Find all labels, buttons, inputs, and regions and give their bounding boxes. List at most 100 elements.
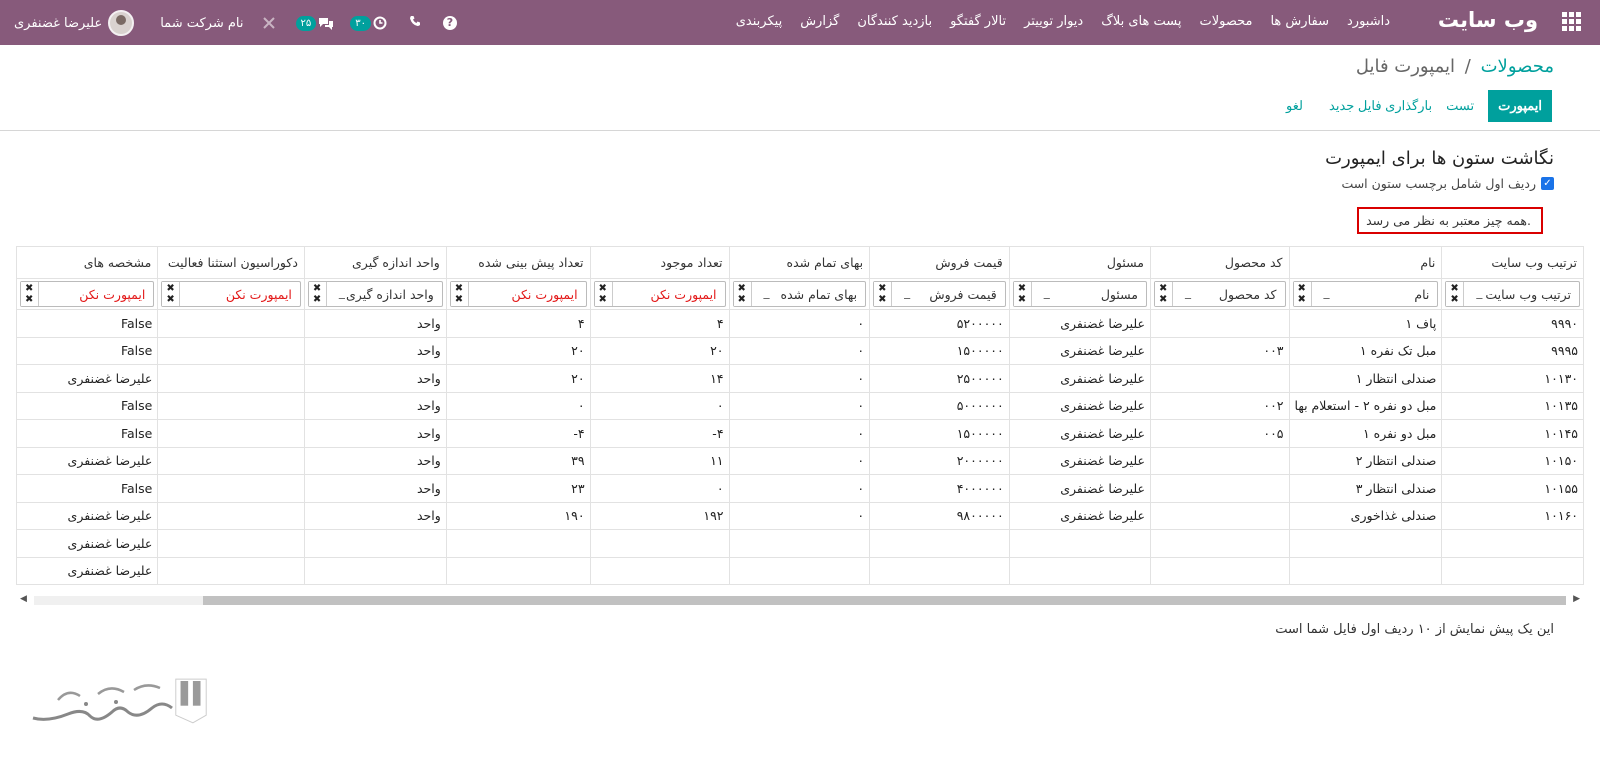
phone-icon[interactable] <box>409 15 421 31</box>
remove-x-icon[interactable]: ✖ ✖ <box>1293 282 1312 306</box>
table-cell <box>1288 529 1443 558</box>
table-cell: ۹۸۰۰۰۰۰ <box>869 501 1010 530</box>
horizontal-scrollbar[interactable]: ◀ ▶ <box>16 594 1584 607</box>
breadcrumb-current: ایمپورت فایل <box>1355 56 1456 77</box>
field-selector-dash: _ <box>904 285 911 299</box>
table-cell: ۴ <box>445 309 591 338</box>
apps-grid-icon[interactable] <box>1562 12 1582 32</box>
remove-x-icon[interactable]: ✖ ✖ <box>1013 282 1032 306</box>
menu-item-forum[interactable]: تالار گفتگو <box>950 14 1006 29</box>
menu-item-products[interactable]: محصولات <box>1199 14 1252 29</box>
table-cell: علیرضا غضنفری <box>1008 391 1152 420</box>
menu-item-orders[interactable]: سفارش ها <box>1270 14 1329 29</box>
table-cell: واحد <box>303 419 447 448</box>
header-checkbox-label[interactable]: ردیف اول شامل برچسب ستون است <box>1341 176 1536 191</box>
table-cell: ۴- <box>445 419 591 448</box>
table-cell: False <box>16 336 159 365</box>
table-cell <box>157 391 305 420</box>
watermark-logo <box>28 672 214 742</box>
table-cell: ۱۰۱۵۵ <box>1441 474 1584 503</box>
table-cell <box>445 529 591 558</box>
remove-x-icon[interactable]: ✖ ✖ <box>162 282 181 306</box>
cancel-button[interactable]: لغو <box>1286 98 1303 114</box>
table-cell: False <box>16 474 159 503</box>
breadcrumb-products-link[interactable]: محصولات <box>1481 56 1554 77</box>
app-brand[interactable]: وب سایت <box>1438 8 1538 32</box>
breadcrumb: محصولات / ایمپورت فایل <box>1356 56 1554 77</box>
field-selector-dropdown[interactable]: ایمپورت نکن ✖ ✖ <box>161 281 301 307</box>
systray: علیرضا غضنفری نام شرکت شما ۲۵ ۳۰ ? <box>14 8 457 38</box>
field-selector-value: ایمپورت نکن <box>511 287 578 302</box>
table-cell: ۰ <box>728 501 871 530</box>
remove-x-icon[interactable]: ✖ ✖ <box>21 282 39 306</box>
avatar[interactable] <box>108 10 135 36</box>
checkbox-checked-icon[interactable]: ✓ <box>1541 177 1554 190</box>
menu-item-dashboard[interactable]: داشبورد <box>1347 14 1390 29</box>
preview-note: این یک پیش نمایش از ۱۰ ردیف اول فایل شما… <box>1275 622 1554 637</box>
remove-x-icon[interactable]: ✖ ✖ <box>308 282 327 306</box>
table-cell: ۱۰۱۳۰ <box>1441 364 1584 393</box>
menu-item-reporting[interactable]: گزارش <box>800 14 839 29</box>
table-cell <box>157 419 305 448</box>
table-cell <box>157 336 305 365</box>
scroll-right-icon[interactable]: ▶ <box>1573 594 1580 604</box>
field-selector-dropdown[interactable]: مسئول _ ✖ ✖ <box>1012 281 1148 307</box>
field-selector-dropdown[interactable]: ایمپورت نکن ✖ ✖ <box>449 281 587 307</box>
remove-x-icon[interactable]: ✖ ✖ <box>733 282 752 306</box>
field-selector-dropdown[interactable]: قیمت فروش _ ✖ ✖ <box>873 281 1006 307</box>
user-name[interactable]: علیرضا غضنفری <box>14 16 102 31</box>
field-selector-dropdown[interactable]: بهای تمام شده _ ✖ ✖ <box>732 281 867 307</box>
scrollbar-thumb[interactable] <box>203 596 1566 605</box>
remove-x-icon[interactable]: ✖ ✖ <box>450 282 469 306</box>
menu-item-visitors[interactable]: بازدید کنندگان <box>857 14 932 29</box>
field-selector-dropdown[interactable]: کد محصول _ ✖ ✖ <box>1154 281 1286 307</box>
menu-item-twitter-wall[interactable]: دیوار توییتر <box>1024 14 1083 29</box>
divider <box>0 130 1600 131</box>
scroll-left-icon[interactable]: ◀ <box>20 594 27 604</box>
test-button[interactable]: تست <box>1446 98 1474 114</box>
table-header-row: ترتیب وب سایت نام کد محصول مسئول قیمت فروش به… <box>16 246 1584 279</box>
import-button[interactable]: ایمپورت <box>1488 90 1552 122</box>
table-cell: ۱۰۱۵۰ <box>1441 446 1584 475</box>
top-navbar: وب سایت داشبورد سفارش ها محصولات پست های… <box>0 0 1600 45</box>
menu-item-blog-posts[interactable]: پست های بلاگ <box>1101 14 1181 29</box>
reload-file-button[interactable]: بارگذاری فایل جدید <box>1329 98 1432 114</box>
activity-clock-icon[interactable]: ۳۰ <box>350 15 387 31</box>
field-selector-dash: _ <box>763 285 770 299</box>
company-name[interactable]: نام شرکت شما <box>160 16 243 31</box>
menu-item-configuration[interactable]: پیکربندی <box>736 14 782 29</box>
field-selector-cell: بهای تمام شده _ ✖ ✖ <box>728 278 871 310</box>
table-cell: علیرضا غضنفری <box>16 364 159 393</box>
table-cell: ۰ <box>589 474 730 503</box>
remove-x-icon[interactable]: ✖ ✖ <box>594 282 613 306</box>
table-cell <box>1441 556 1584 585</box>
import-preview-table: ترتیب وب سایت نام کد محصول مسئول قیمت فروش به… <box>16 246 1584 585</box>
column-header: بهای تمام شده <box>728 246 871 279</box>
table-cell <box>303 529 447 558</box>
table-cell <box>589 556 730 585</box>
field-selector-dropdown[interactable]: ایمپورت نکن ✖ ✖ <box>593 281 726 307</box>
field-selector-dropdown[interactable]: واحد اندازه گیری _ ✖ ✖ <box>307 281 443 307</box>
table-cell <box>1288 556 1443 585</box>
table-cell <box>869 529 1010 558</box>
field-selector-dropdown[interactable]: ایمپورت نکن ✖ ✖ <box>20 281 155 307</box>
field-selector-value: ایمپورت نکن <box>650 287 717 302</box>
table-cell: صندلی انتظار ۲ <box>1288 446 1443 475</box>
field-selector-cell: ایمپورت نکن ✖ ✖ <box>589 278 730 310</box>
help-icon[interactable]: ? <box>443 16 457 30</box>
close-icon[interactable] <box>262 16 276 30</box>
table-cell <box>1150 446 1290 475</box>
table-cell <box>1150 556 1290 585</box>
field-selector-dropdown[interactable]: نام _ ✖ ✖ <box>1292 281 1439 307</box>
field-selector-value: ایمپورت نکن <box>225 287 292 302</box>
table-cell: ۲۰ <box>445 364 591 393</box>
table-cell <box>157 309 305 338</box>
chat-icon[interactable]: ۲۵ <box>295 15 335 31</box>
field-selector-value: مسئول <box>1100 287 1139 302</box>
field-selector-cell: ایمپورت نکن ✖ ✖ <box>157 278 305 310</box>
remove-x-icon[interactable]: ✖ ✖ <box>1155 282 1174 306</box>
table-row: ۱۰۱۵۰ صندلی انتظار ۲ علیرضا غضنفری ۲۰۰۰۰۰۰ ۰… <box>16 446 1584 475</box>
field-selector-dropdown[interactable]: ترتیب وب سایت _ ✖ ✖ <box>1445 281 1580 307</box>
remove-x-icon[interactable]: ✖ ✖ <box>874 282 893 306</box>
remove-x-icon[interactable]: ✖ ✖ <box>1446 282 1465 306</box>
